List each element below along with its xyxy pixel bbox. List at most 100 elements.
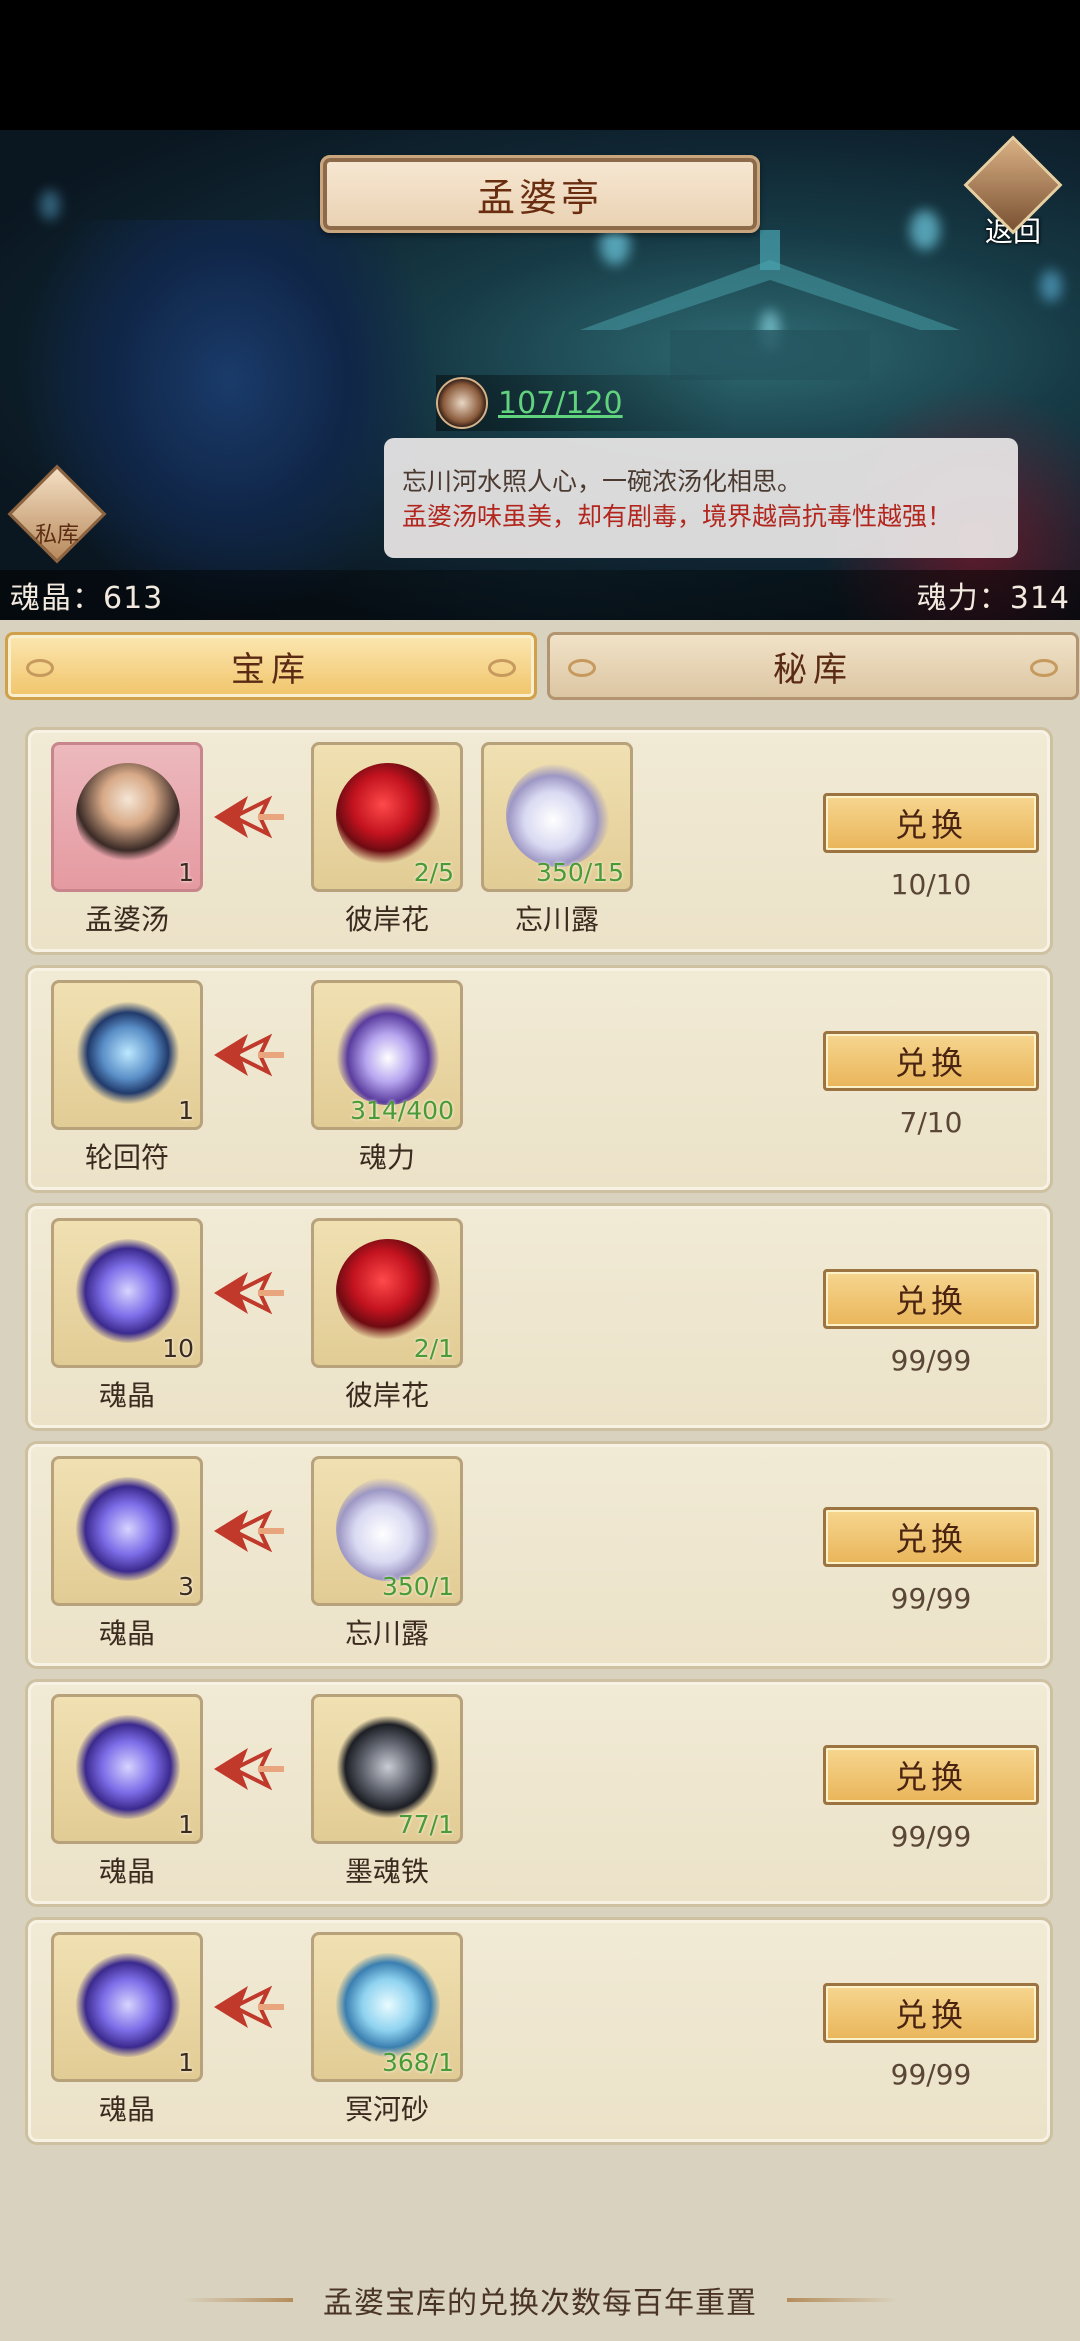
exchange-row: 3 魂晶 350/1 忘川露 兑换 99/99: [25, 1441, 1053, 1669]
dew-flask-icon: [506, 763, 610, 867]
exchange-limit: 10/10: [890, 868, 972, 901]
soup-bowl-icon: [76, 763, 180, 867]
soup-counter-value: 107/120: [498, 385, 623, 421]
exchange-button-label: 兑换: [894, 806, 967, 844]
divider-right: [787, 2298, 897, 2302]
red-spider-lily-icon: [336, 763, 440, 867]
reward-item-slot[interactable]: 1: [51, 980, 203, 1130]
page-title: 孟婆亭: [476, 175, 603, 220]
exchange-button-label: 兑换: [894, 1282, 967, 1320]
reward-item-count: 1: [178, 858, 194, 887]
cost-item-count: 350/1: [381, 1572, 454, 1601]
footer-note: 孟婆宝库的兑换次数每百年重置: [0, 2275, 1080, 2325]
status-bar: [0, 0, 1080, 130]
cost-item-name: 魂力: [358, 1141, 415, 1174]
reward-item-name: 魂晶: [98, 1855, 155, 1888]
soul-power-amount: 魂力：314: [916, 581, 1070, 616]
exchange-button[interactable]: 兑换: [823, 1745, 1039, 1805]
exchange-arrow-icon: [210, 1268, 284, 1318]
cost-item-slot[interactable]: 368/1: [311, 1932, 463, 2082]
reward-item-name: 孟婆汤: [84, 903, 169, 936]
exchange-button-label: 兑换: [894, 1044, 967, 1082]
cost-item-slot[interactable]: 2/1: [311, 1218, 463, 1368]
private-vault-label: 私库: [34, 523, 79, 548]
styx-sand-icon: [336, 1953, 440, 2057]
exchange-arrow-icon: [210, 1744, 284, 1794]
soul-crystal-icon: [76, 1715, 180, 1819]
exchange-button[interactable]: 兑换: [823, 1269, 1039, 1329]
cost-item-slot[interactable]: 314/400: [311, 980, 463, 1130]
tab-secret-vault[interactable]: 秘库: [547, 632, 1079, 700]
exchange-button-label: 兑换: [894, 1758, 967, 1796]
exchange-limit: 99/99: [890, 1344, 972, 1377]
exchange-row: 1 孟婆汤 2/5 彼岸花 350/15 忘川露 兑换 10/10: [25, 727, 1053, 955]
cost-item-name: 忘川露: [514, 903, 599, 936]
ink-iron-ore-icon: [336, 1715, 440, 1819]
page-title-plaque: 孟婆亭: [320, 155, 760, 233]
reward-item-slot[interactable]: 1: [51, 1932, 203, 2082]
reward-item-slot[interactable]: 10: [51, 1218, 203, 1368]
scroll-ornament-icon: [26, 659, 54, 677]
soul-flame-icon: [336, 1001, 440, 1105]
exchange-button[interactable]: 兑换: [823, 1031, 1039, 1091]
back-button[interactable]: 返回: [958, 135, 1068, 250]
tab-secret-vault-label: 秘库: [773, 649, 853, 690]
exchange-button[interactable]: 兑换: [823, 1983, 1039, 2043]
soul-crystal-icon: [76, 1239, 180, 1343]
exchange-button-label: 兑换: [894, 1520, 967, 1558]
cost-item-name: 冥河砂: [344, 2093, 429, 2126]
reward-item-slot[interactable]: 3: [51, 1456, 203, 1606]
dew-flask-icon: [336, 1477, 440, 1581]
cost-item-slot[interactable]: 350/1: [311, 1456, 463, 1606]
soul-crystal-icon: [76, 1953, 180, 2057]
dialog-line-1: 忘川河水照人心，一碗浓汤化相思。: [402, 467, 803, 496]
reward-item-slot[interactable]: 1: [51, 1694, 203, 1844]
reward-item-count: 10: [162, 1334, 194, 1363]
cost-item-slot[interactable]: 77/1: [311, 1694, 463, 1844]
soup-counter[interactable]: 107/120: [436, 375, 736, 431]
exchange-button[interactable]: 兑换: [823, 793, 1039, 853]
cost-item-name: 彼岸花: [344, 903, 429, 936]
tab-treasury-label: 宝库: [231, 649, 311, 690]
exchange-arrow-icon: [210, 792, 284, 842]
exchange-limit: 7/10: [899, 1106, 963, 1139]
exchange-arrow-icon: [210, 1030, 284, 1080]
cost-item-name: 彼岸花: [344, 1379, 429, 1412]
exchange-row: 10 魂晶 2/1 彼岸花 兑换 99/99: [25, 1203, 1053, 1431]
divider-left: [183, 2298, 293, 2302]
cost-item-count: 314/400: [350, 1096, 454, 1125]
exchange-limit: 99/99: [890, 1582, 972, 1615]
scroll-ornament-icon: [488, 659, 516, 677]
cost-item-count: 368/1: [381, 2048, 454, 2077]
cost-item-name: 墨魂铁: [344, 1855, 429, 1888]
cost-item-slot[interactable]: 2/5: [311, 742, 463, 892]
shop-panel: 宝库 秘库 1 孟婆汤 2/5 彼岸花 350/15 忘川露 兑换 10/10 1 轮回符 314/…: [0, 620, 1080, 2341]
footer-text: 孟婆宝库的兑换次数每百年重置: [323, 2286, 757, 2321]
private-vault-button[interactable]: 私库: [7, 464, 107, 564]
reward-item-count: 3: [178, 1572, 194, 1601]
exchange-row: 1 轮回符 314/400 魂力 兑换 7/10: [25, 965, 1053, 1193]
reward-item-name: 魂晶: [98, 1379, 155, 1412]
scroll-ornament-icon: [568, 659, 596, 677]
exchange-button[interactable]: 兑换: [823, 1507, 1039, 1567]
tab-treasury[interactable]: 宝库: [5, 632, 537, 700]
meng-po-avatar-icon: [436, 377, 488, 429]
cost-item-count: 2/5: [413, 858, 454, 887]
resource-bar: 魂晶：613 魂力：314: [0, 570, 1080, 620]
pavilion-silhouette: [580, 230, 960, 380]
exchange-arrow-icon: [210, 1982, 284, 2032]
soul-crystal-icon: [76, 1477, 180, 1581]
reward-item-name: 魂晶: [98, 1617, 155, 1650]
cost-item-slot[interactable]: 350/15: [481, 742, 633, 892]
reward-item-slot[interactable]: 1: [51, 742, 203, 892]
reward-item-name: 轮回符: [84, 1141, 169, 1174]
exchange-limit: 99/99: [890, 2058, 972, 2091]
exchange-row: 1 魂晶 77/1 墨魂铁 兑换 99/99: [25, 1679, 1053, 1907]
cost-item-count: 2/1: [413, 1334, 454, 1363]
exchange-limit: 99/99: [890, 1820, 972, 1853]
red-spider-lily-icon: [336, 1239, 440, 1343]
reward-item-count: 1: [178, 1096, 194, 1125]
dialog-box: 忘川河水照人心，一碗浓汤化相思。 孟婆汤味虽美，却有剧毒，境界越高抗毒性越强！: [384, 438, 1018, 558]
soul-crystal-amount: 魂晶：613: [10, 581, 164, 616]
reward-item-name: 魂晶: [98, 2093, 155, 2126]
